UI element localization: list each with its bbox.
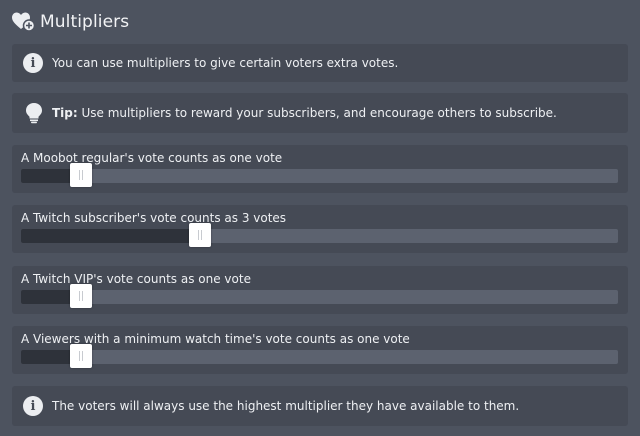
tip-label: Tip:: [52, 106, 78, 120]
multiplier-slider[interactable]: [21, 344, 618, 368]
slider-handle[interactable]: [70, 284, 92, 308]
slider-label: A Moobot regular's vote counts as one vo…: [21, 151, 283, 165]
multiplier-slider[interactable]: [21, 163, 618, 187]
slider-label: A Twitch subscriber's vote counts as 3 v…: [21, 211, 287, 225]
info-icon: i: [23, 53, 43, 73]
slider-handle[interactable]: [70, 344, 92, 368]
multiplier-vip: A Twitch VIP's vote counts as one vote: [12, 266, 628, 314]
slider-label: A Twitch VIP's vote counts as one vote: [21, 272, 251, 286]
multiplier-slider[interactable]: [21, 284, 618, 308]
info-box-bottom: i The voters will always use the highest…: [12, 386, 628, 426]
info-text: You can use multipliers to give certain …: [52, 56, 399, 70]
lightbulb-icon: [24, 102, 44, 124]
info-icon: i: [23, 396, 43, 416]
multiplier-subscriber: A Twitch subscriber's vote counts as 3 v…: [12, 205, 628, 253]
tip-text: Tip: Use multipliers to reward your subs…: [52, 106, 557, 120]
slider-handle[interactable]: [70, 163, 92, 187]
section-header: Multipliers: [12, 10, 129, 34]
hearts-plus-icon: [12, 12, 36, 32]
multiplier-watch-time: A Viewers with a minimum watch time's vo…: [12, 326, 628, 374]
multiplier-regular: A Moobot regular's vote counts as one vo…: [12, 145, 628, 193]
info-box-top: i You can use multipliers to give certai…: [12, 44, 628, 82]
tip-box: Tip: Use multipliers to reward your subs…: [12, 93, 628, 133]
info-text: The voters will always use the highest m…: [52, 399, 520, 413]
slider-handle[interactable]: [189, 223, 211, 247]
page-title: Multipliers: [40, 12, 130, 32]
multiplier-slider[interactable]: [21, 223, 618, 247]
slider-fill: [21, 229, 200, 243]
tip-body: Use multipliers to reward your subscribe…: [77, 106, 557, 120]
